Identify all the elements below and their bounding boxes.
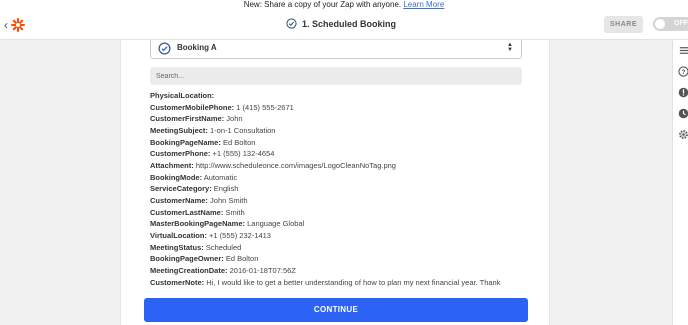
field-row[interactable]: CustomerFirstName: John (150, 113, 522, 125)
field-key: BookingPageName: (150, 137, 221, 147)
toggle-knob (655, 19, 665, 29)
announcement-banner: New: Share a copy of your Zap with anyon… (0, 0, 688, 10)
field-row[interactable]: MasterBookingPageName: Language Global (150, 218, 522, 230)
field-value: Ed Bolton (222, 137, 256, 147)
field-value: English (213, 184, 239, 194)
select-value: Booking A (177, 43, 217, 52)
search-input[interactable] (150, 67, 522, 85)
field-value: John (226, 114, 243, 124)
field-value: Hi, I would like to get a better underst… (206, 277, 501, 287)
field-key: MasterBookingPageName: (150, 219, 246, 229)
field-key: CustomerLastName: (150, 207, 224, 217)
field-row[interactable]: MeetingCreationDate: 2016-01-18T07:56Z (150, 265, 522, 277)
continue-button[interactable]: CONTINUE (144, 298, 528, 322)
field-row[interactable]: CustomerPhone: +1 (555) 132-4654 (150, 148, 522, 160)
field-value: Scheduled (205, 242, 242, 252)
chevron-updown-icon: ▲ ▼ (507, 42, 513, 53)
top-bar: ‹ 1. Scheduled Booking SHARE OFF (0, 10, 688, 40)
step-panel: Booking A ▲▼ PhysicalLocation: CustomerM… (120, 40, 550, 325)
field-value: 1-on-1 Consultation (210, 125, 276, 135)
field-value: +1 (555) 132-4654 (212, 149, 275, 159)
field-value: http://www.scheduleonce.com/images/LogoC… (195, 160, 396, 170)
field-row[interactable]: BookingPageName: Ed Bolton (150, 137, 522, 149)
field-value: 1 (415) 555-2671 (236, 102, 294, 112)
field-value: Ed Bolton (225, 254, 259, 264)
field-value: John Smith (210, 195, 248, 205)
field-key: MeetingCreationDate: (150, 265, 228, 275)
zapier-logo-icon[interactable] (11, 18, 25, 32)
field-key: BookingPageOwner: (150, 254, 224, 264)
help-icon[interactable]: ? (678, 66, 688, 77)
field-value: +1 (555) 232-1413 (209, 230, 271, 240)
history-icon[interactable] (678, 108, 688, 119)
share-button[interactable]: SHARE (604, 16, 643, 33)
field-row[interactable]: Attachment: http://www.scheduleonce.com/… (150, 160, 522, 172)
right-sidebar: ? (672, 40, 688, 325)
field-row[interactable]: BookingMode: Automatic (150, 172, 522, 184)
field-row[interactable]: BookingPageOwner: Ed Bolton (150, 253, 522, 265)
zap-toggle[interactable]: OFF (653, 17, 688, 31)
list-icon[interactable] (678, 45, 688, 56)
field-key: CustomerMobilePhone: (150, 102, 235, 112)
field-value: Language Global (247, 219, 305, 229)
field-key: BookingMode: (150, 172, 203, 182)
field-row[interactable]: CustomerName: John Smith (150, 195, 522, 207)
clock-icon (158, 42, 171, 55)
field-row[interactable]: MeetingStatus: Scheduled (150, 242, 522, 254)
field-row[interactable]: ServiceCategory: English (150, 183, 522, 195)
chevron-left-icon[interactable]: ‹ (4, 18, 8, 32)
banner-text: New: Share a copy of your Zap with anyon… (243, 0, 402, 9)
field-list: PhysicalLocation: CustomerMobilePhone: 1… (150, 90, 522, 323)
field-key: Attachment: (150, 160, 194, 170)
field-row[interactable]: MeetingSubject: 1-on-1 Consultation (150, 125, 522, 137)
field-key: CustomerPhone: (150, 149, 211, 159)
field-key: CustomerNote: (150, 277, 205, 287)
step-title-text: 1. Scheduled Booking (302, 18, 397, 29)
field-value: Smith (225, 207, 245, 217)
sample-select[interactable]: Booking A ▲ ▼ (150, 40, 522, 59)
field-key: MeetingSubject: (150, 125, 208, 135)
settings-icon[interactable] (678, 129, 688, 140)
field-row[interactable]: CustomerLastName: Smith (150, 207, 522, 219)
field-key: PhysicalLocation: (150, 91, 215, 100)
field-value: Automatic (203, 172, 238, 182)
field-value: 2016-01-18T07:56Z (229, 265, 296, 275)
field-key: VirtualLocation: (150, 230, 207, 240)
learn-more-link[interactable]: Learn More (403, 0, 444, 9)
svg-text:?: ? (682, 69, 686, 76)
step-title: 1. Scheduled Booking (286, 18, 396, 29)
field-row[interactable]: VirtualLocation: +1 (555) 232-1413 (150, 230, 522, 242)
field-key: MeetingStatus: (150, 242, 204, 252)
field-row[interactable]: CustomerMobilePhone: 1 (415) 555-2671 (150, 102, 522, 114)
clock-icon (286, 18, 297, 29)
alert-icon[interactable] (678, 87, 688, 98)
field-row[interactable]: CustomerNote: Hi, I would like to get a … (150, 277, 522, 289)
field-key: ServiceCategory: (150, 184, 212, 194)
toggle-label: OFF (674, 20, 688, 27)
field-row[interactable]: PhysicalLocation: (150, 90, 522, 102)
field-key: CustomerName: (150, 195, 208, 205)
field-key: CustomerFirstName: (150, 114, 225, 124)
